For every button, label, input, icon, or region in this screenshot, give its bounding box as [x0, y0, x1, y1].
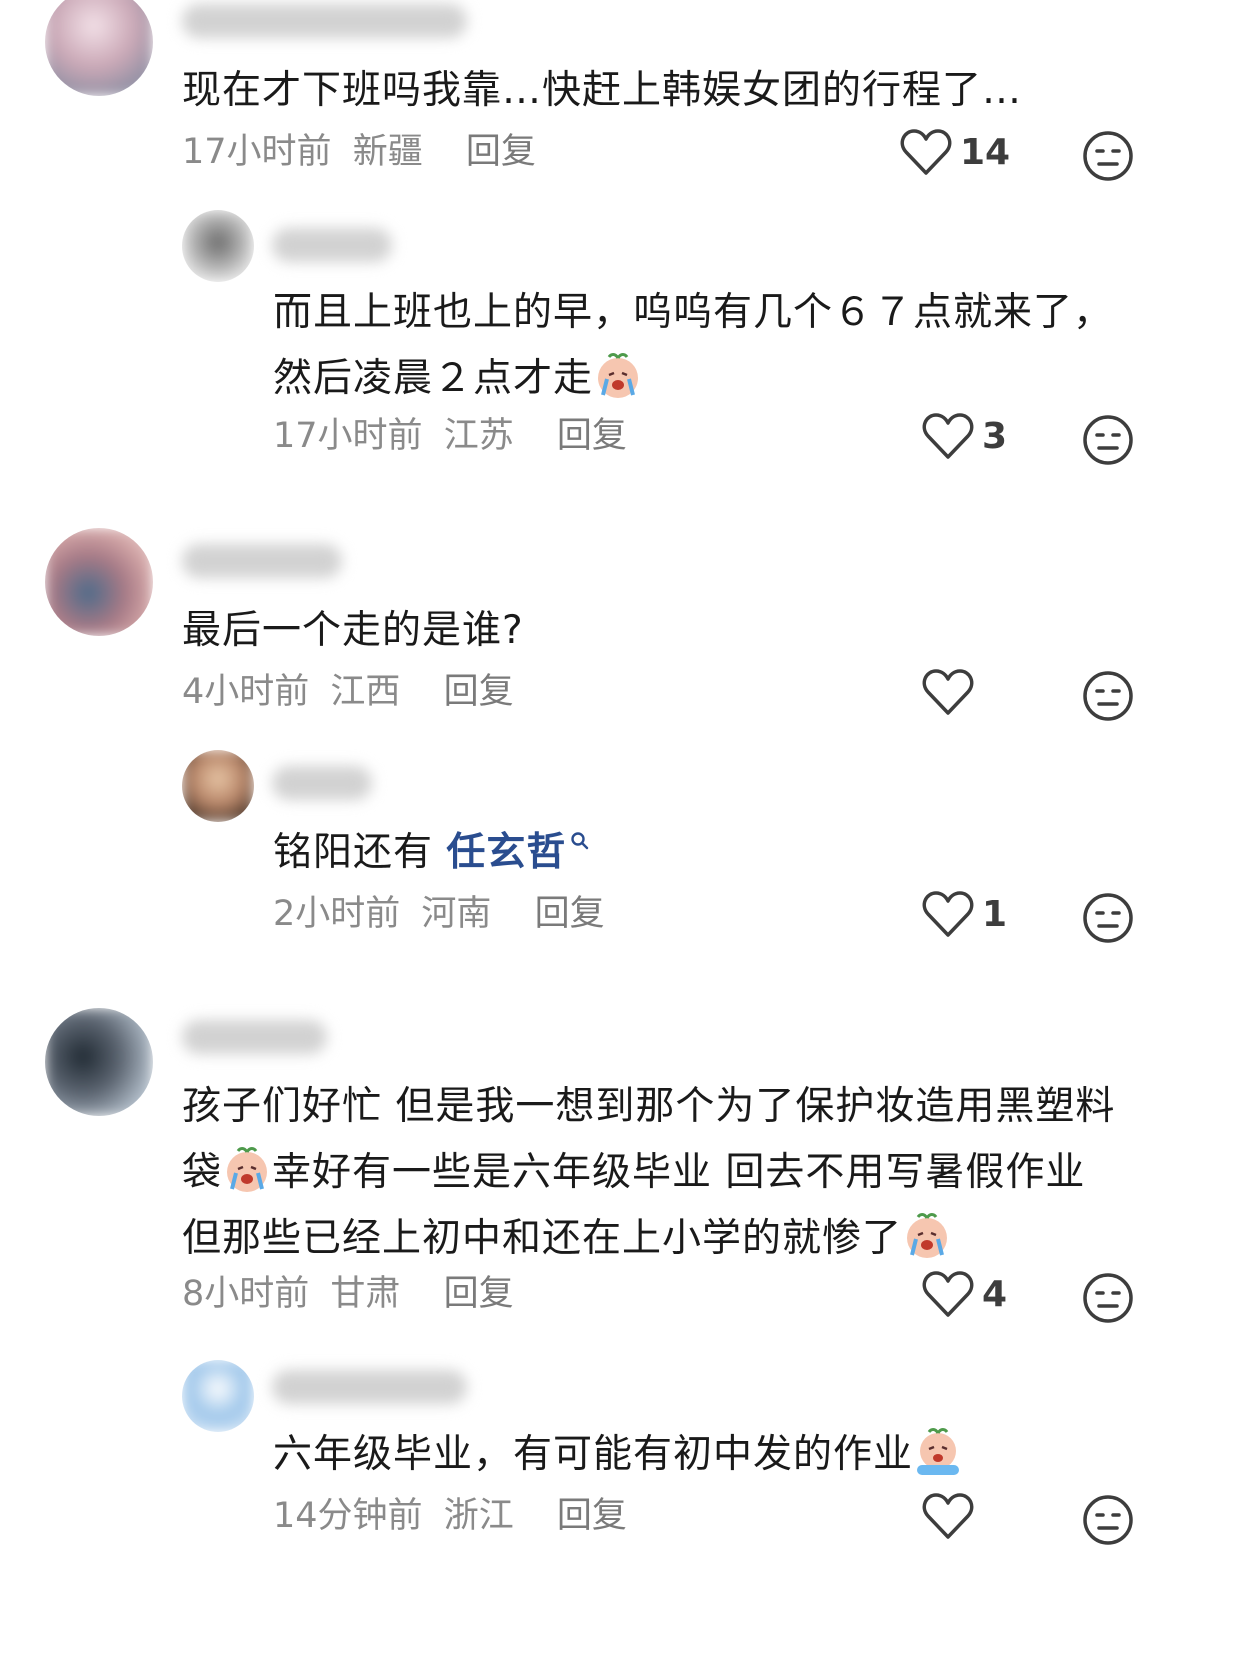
crying-emoji-icon: [598, 353, 639, 398]
comment-text-line: 但那些已经上初中和还在上小学的就惨了: [182, 1216, 903, 1261]
comment-location: 甘肃: [330, 1274, 401, 1314]
heart-outline-icon: [922, 413, 974, 459]
comment-text-line-wrap: 袋 幸好有一些是六年级毕业 回去不用写暑假作业: [182, 1140, 1115, 1206]
avatar[interactable]: [182, 1360, 254, 1432]
comment-text-line: 幸好有一些是六年级毕业 回去不用写暑假作业: [272, 1150, 1086, 1195]
comment-meta: 17小时前 新疆 回复: [182, 128, 546, 176]
comment-meta: 2小时前 河南 回复: [273, 890, 615, 938]
meh-face-icon[interactable]: [1080, 1270, 1136, 1326]
comment-time: 2小时前: [273, 894, 401, 934]
meh-face-icon[interactable]: [1080, 890, 1136, 946]
comment-text: 六年级毕业，有可能有初中发的作业: [273, 1422, 963, 1488]
like-button[interactable]: [922, 1488, 982, 1544]
reply-button[interactable]: 回复: [557, 416, 627, 456]
username-blurred[interactable]: [182, 1020, 327, 1054]
avatar[interactable]: [45, 528, 153, 636]
comment-location: 江西: [330, 672, 401, 712]
heart-outline-icon: [922, 891, 974, 937]
username-blurred[interactable]: [272, 228, 392, 262]
comment-time: 4小时前: [182, 672, 310, 712]
heart-outline-icon: [900, 129, 952, 175]
reply-button[interactable]: 回复: [466, 132, 536, 172]
like-button[interactable]: 14: [900, 124, 1010, 180]
like-button[interactable]: 1: [922, 886, 1007, 942]
like-button[interactable]: 3: [922, 408, 1007, 464]
comment-location: 新疆: [352, 132, 423, 172]
username-blurred[interactable]: [272, 1370, 467, 1404]
avatar[interactable]: [45, 1008, 153, 1116]
crying-emoji-icon: [917, 1428, 960, 1475]
comment-text-line: 袋: [182, 1150, 223, 1195]
comment-time: 14分钟前: [273, 1496, 423, 1536]
like-button[interactable]: 4: [922, 1266, 1007, 1322]
username-blurred[interactable]: [272, 766, 372, 800]
comment-location: 江苏: [443, 416, 514, 456]
like-count: 3: [982, 415, 1008, 457]
comment-text-line: 六年级毕业，有可能有初中发的作业: [273, 1432, 914, 1477]
avatar[interactable]: [45, 0, 153, 96]
avatar[interactable]: [182, 210, 254, 282]
comment-meta: 4小时前 江西 回复: [182, 668, 524, 716]
comment-time: 17小时前: [182, 132, 332, 172]
mention-link[interactable]: 任玄哲: [446, 830, 566, 875]
comment-time: 17小时前: [273, 416, 423, 456]
comment-meta: 14分钟前 浙江 回复: [273, 1492, 637, 1540]
comment-text: 孩子们好忙 但是我一想到那个为了保护妆造用黑塑料 袋 幸好有一些是六年级毕业 回去…: [182, 1074, 1115, 1272]
like-count: 4: [982, 1273, 1008, 1315]
comment-text-line-wrap: 但那些已经上初中和还在上小学的就惨了: [182, 1206, 1115, 1272]
heart-outline-icon: [922, 669, 974, 715]
comment-text-line: 孩子们好忙 但是我一想到那个为了保护妆造用黑塑料: [182, 1084, 1116, 1129]
reply-button[interactable]: 回复: [444, 1274, 514, 1314]
username-blurred[interactable]: [182, 4, 467, 38]
comment-text-line: 现在才下班吗我靠…快赶上韩娱女团的行程了…: [182, 68, 1023, 113]
comment-text: 现在才下班吗我靠…快赶上韩娱女团的行程了…: [182, 58, 1022, 124]
reply-button[interactable]: 回复: [535, 894, 605, 934]
comment-meta: 17小时前 江苏 回复: [273, 412, 637, 460]
avatar[interactable]: [182, 750, 254, 822]
comment-text: 铭阳还有 任玄哲: [273, 820, 590, 886]
comment-location: 浙江: [443, 1496, 514, 1536]
like-button[interactable]: [922, 664, 982, 720]
meh-face-icon[interactable]: [1080, 1492, 1136, 1548]
comment-location: 河南: [421, 894, 492, 934]
comment-text-line: 最后一个走的是谁?: [182, 608, 524, 653]
username-blurred[interactable]: [182, 544, 342, 578]
search-icon[interactable]: [570, 831, 590, 851]
heart-outline-icon: [922, 1271, 974, 1317]
comment-text-prefix: 铭阳还有: [273, 830, 434, 875]
reply-button[interactable]: 回复: [444, 672, 514, 712]
comment-text: 最后一个走的是谁?: [182, 598, 524, 664]
comment-text-line-wrap: 然后凌晨２点才走: [273, 346, 1113, 412]
like-count: 1: [982, 893, 1008, 935]
comment-text: 而且上班也上的早，呜呜有几个６７点就来了， 然后凌晨２点才走: [273, 280, 1113, 412]
meh-face-icon[interactable]: [1080, 128, 1136, 184]
comment-meta: 8小时前 甘肃 回复: [182, 1270, 524, 1318]
comment-text-line: 然后凌晨２点才走: [273, 356, 594, 401]
comment-time: 8小时前: [182, 1274, 310, 1314]
like-count: 14: [960, 131, 1011, 173]
meh-face-icon[interactable]: [1080, 668, 1136, 724]
crying-emoji-icon: [227, 1147, 268, 1192]
crying-emoji-icon: [907, 1213, 948, 1258]
heart-outline-icon: [922, 1493, 974, 1539]
comment-text-line: 而且上班也上的早，呜呜有几个６７点就来了，: [273, 290, 1114, 335]
reply-button[interactable]: 回复: [557, 1496, 627, 1536]
meh-face-icon[interactable]: [1080, 412, 1136, 468]
